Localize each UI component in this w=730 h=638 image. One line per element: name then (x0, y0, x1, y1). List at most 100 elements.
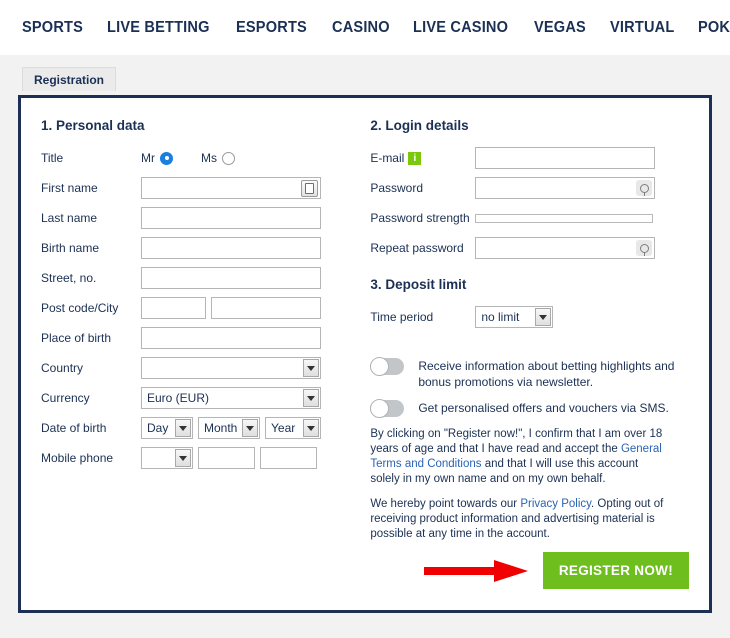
chevron-down-icon (175, 419, 191, 437)
nav-item-esports[interactable]: ESPORTS (236, 19, 307, 37)
nav-item-live-betting[interactable]: LIVE BETTING (107, 19, 210, 37)
nav-item-virtual[interactable]: VIRTUAL (610, 19, 674, 37)
field-date-of-birth: Date of birth Day Month Year (41, 417, 350, 439)
place-of-birth-input[interactable] (141, 327, 321, 349)
legal-privacy-part1: We hereby point towards our (370, 498, 521, 510)
label-repeat-password: Repeat password (370, 241, 464, 255)
sms-toggle-label: Get personalised offers and vouchers via… (418, 401, 669, 415)
chevron-down-icon (175, 449, 191, 467)
key-icon[interactable] (636, 180, 653, 196)
key-icon[interactable] (636, 240, 653, 256)
sms-toggle[interactable] (370, 399, 405, 418)
email-input[interactable] (475, 147, 656, 169)
toggle-knob (370, 357, 390, 376)
time-period-value: no limit (481, 310, 520, 324)
radio-mr[interactable] (160, 151, 173, 165)
radio-ms[interactable] (222, 151, 235, 165)
currency-select-value: Euro (EUR) (147, 391, 210, 405)
birth-name-input[interactable] (141, 237, 321, 259)
city-input[interactable] (211, 297, 321, 319)
dob-year-select[interactable]: Year (265, 417, 321, 439)
legal-paragraph-privacy: We hereby point towards our Privacy Poli… (370, 497, 670, 542)
label-title: Title (41, 151, 64, 165)
registration-panel: 1. Personal data Title Mr Ms First name (18, 95, 712, 613)
dob-day-select[interactable]: Day (141, 417, 193, 439)
field-country: Country (41, 357, 350, 379)
tab-registration[interactable]: Registration (22, 67, 117, 91)
field-currency: Currency Euro (EUR) (41, 387, 350, 409)
label-password: Password (370, 181, 423, 195)
field-mobile-phone: Mobile phone (41, 447, 350, 469)
legal-text: By clicking on "Register now!", I confir… (370, 427, 670, 542)
newsletter-toggle-row: Receive information about betting highli… (370, 357, 689, 390)
first-name-wrapper (141, 177, 321, 199)
autofill-contact-icon[interactable] (301, 180, 318, 197)
chevron-down-icon (535, 308, 552, 326)
label-birth-name: Birth name (41, 241, 100, 255)
label-first-name: First name (41, 181, 98, 195)
post-code-input[interactable] (141, 297, 206, 319)
nav-item-vegas[interactable]: VEGAS (534, 19, 586, 37)
chevron-down-icon (242, 419, 258, 437)
phone-area-input[interactable] (198, 447, 255, 469)
personal-data-section: 1. Personal data Title Mr Ms First name (41, 114, 350, 610)
label-post-code-city: Post code/City (41, 301, 119, 315)
password-strength-meter (475, 213, 654, 223)
password-input[interactable] (475, 177, 656, 199)
label-time-period: Time period (370, 310, 434, 324)
chevron-down-icon (303, 419, 319, 437)
first-name-input[interactable] (141, 177, 321, 199)
label-street: Street, no. (41, 271, 97, 285)
chevron-down-icon (303, 359, 319, 377)
label-date-of-birth: Date of birth (41, 421, 107, 435)
nav-item-sports[interactable]: SPORTS (22, 19, 83, 37)
label-password-strength: Password strength (370, 211, 470, 225)
currency-select[interactable]: Euro (EUR) (141, 387, 321, 409)
nav-item-poker[interactable]: POKER (698, 19, 730, 37)
info-icon[interactable]: i (408, 152, 422, 166)
field-email: E-mail i (370, 147, 689, 169)
dob-day-value: Day (147, 421, 169, 435)
country-select[interactable] (141, 357, 321, 379)
newsletter-toggle-label: Receive information about betting highli… (418, 359, 675, 389)
legal-paragraph-terms: By clicking on "Register now!", I confir… (370, 427, 670, 487)
right-column: 2. Login details E-mail i Password Passwo… (350, 114, 689, 610)
dob-month-value: Month (204, 421, 238, 435)
chevron-down-icon (303, 389, 319, 407)
label-country: Country (41, 361, 84, 375)
street-input[interactable] (141, 267, 321, 289)
label-email-text: E-mail (370, 150, 405, 165)
nav-item-casino[interactable]: CASINO (332, 19, 390, 37)
phone-number-input[interactable] (260, 447, 317, 469)
red-arrow-annotation (423, 559, 529, 582)
field-repeat-password: Repeat password (370, 237, 689, 259)
privacy-policy-link[interactable]: Privacy Policy (520, 498, 591, 510)
dob-month-select[interactable]: Month (198, 417, 260, 439)
field-password: Password (370, 177, 689, 199)
label-mobile-phone: Mobile phone (41, 451, 114, 465)
password-wrapper (475, 177, 656, 199)
field-password-strength: Password strength (370, 207, 689, 229)
register-now-button[interactable]: REGISTER NOW! (542, 552, 689, 589)
field-birth-name: Birth name (41, 237, 350, 259)
field-time-period: Time period no limit (370, 306, 689, 328)
main-navigation: SPORTS LIVE BETTING ESPORTS CASINO LIVE … (0, 0, 730, 55)
radio-label-ms: Ms (201, 151, 217, 165)
field-place-of-birth: Place of birth (41, 327, 350, 349)
legal-terms-part1: By clicking on "Register now!", I confir… (370, 428, 663, 455)
sms-toggle-row: Get personalised offers and vouchers via… (370, 399, 689, 418)
phone-prefix-select[interactable] (141, 447, 193, 469)
time-period-select[interactable]: no limit (475, 306, 554, 328)
repeat-password-input[interactable] (475, 237, 656, 259)
field-first-name: First name (41, 177, 350, 199)
nav-item-live-casino[interactable]: LIVE CASINO (413, 19, 508, 37)
deposit-limit-heading: 3. Deposit limit (370, 277, 467, 292)
newsletter-toggle[interactable] (370, 357, 405, 376)
toggle-knob (370, 399, 390, 418)
page-container: Registration 1. Personal data Title Mr M… (0, 55, 730, 613)
submit-row: REGISTER NOW! (370, 552, 689, 589)
label-place-of-birth: Place of birth (41, 331, 112, 345)
last-name-input[interactable] (141, 207, 321, 229)
repeat-password-wrapper (475, 237, 656, 259)
